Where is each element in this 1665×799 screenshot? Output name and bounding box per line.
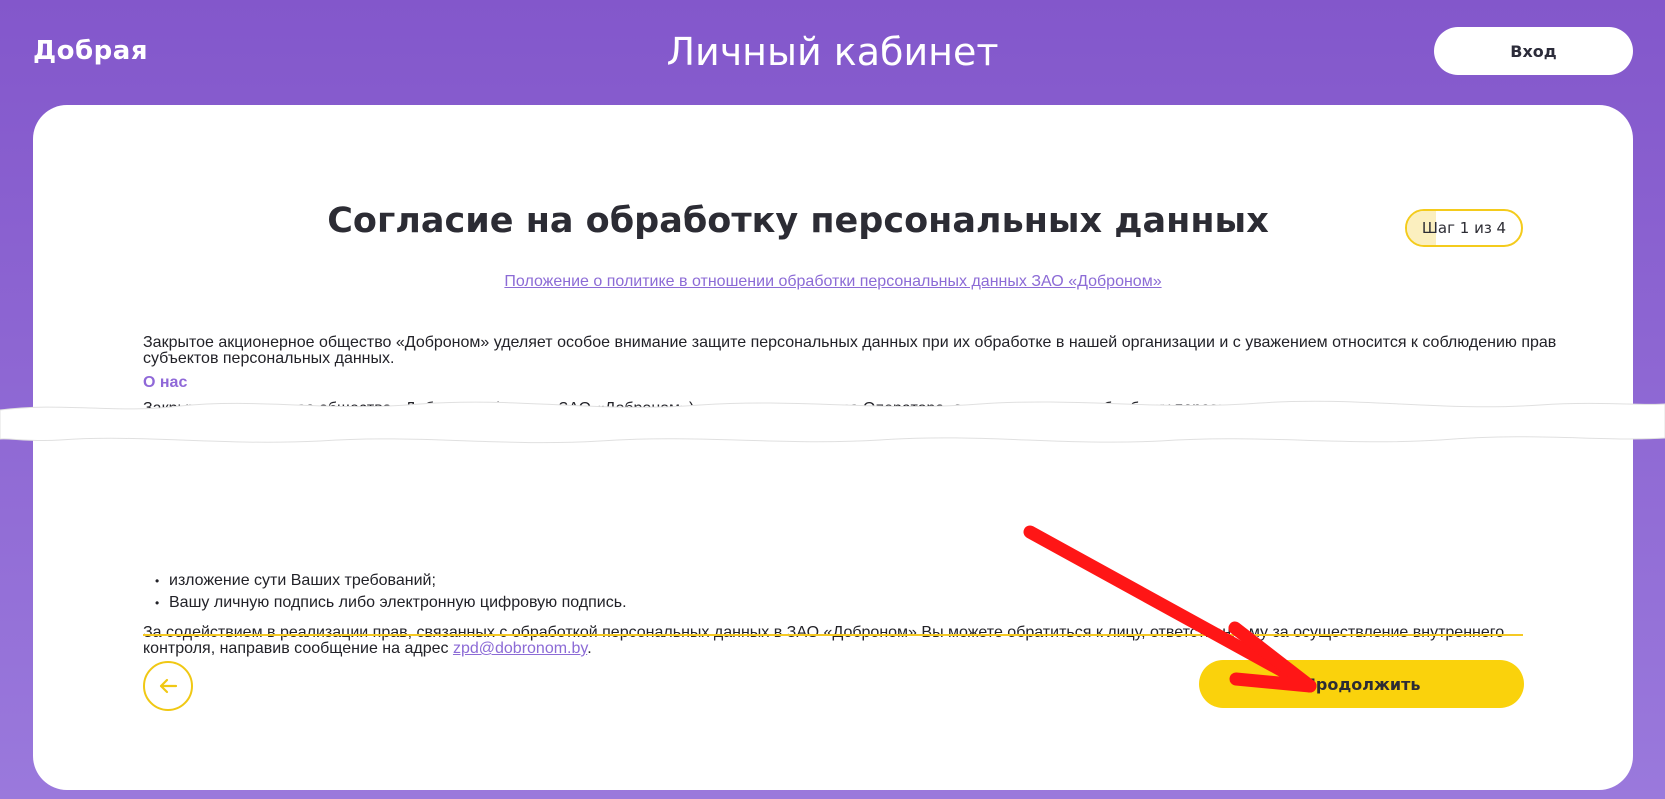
torn-edge: [0, 400, 1665, 444]
login-button[interactable]: Вход: [1434, 27, 1633, 75]
continue-button[interactable]: Продолжить: [1199, 660, 1524, 708]
page-heading: Личный кабинет: [666, 30, 999, 74]
intro-paragraph: Закрытое акционерное общество «Доброном»…: [143, 334, 1557, 367]
list-item: изложение сути Ваших требований;: [143, 571, 627, 593]
step-indicator: Шаг 1 из 4: [1405, 209, 1523, 247]
requirements-list: изложение сути Ваших требований; Вашу ли…: [143, 571, 627, 615]
step-label: Шаг 1 из 4: [1421, 219, 1507, 237]
list-item: Вашу личную подпись либо электронную циф…: [143, 593, 627, 615]
policy-link[interactable]: Положение о политике в отношении обработ…: [33, 273, 1633, 291]
top-bar: Добрая Личный кабинет Вход: [0, 0, 1665, 105]
divider: [143, 634, 1523, 636]
contact-text: За содействием в реализации прав, связан…: [143, 624, 1505, 657]
email-link[interactable]: zpd@dobronom.by: [453, 640, 587, 657]
contact-paragraph: За содействием в реализации прав, связан…: [143, 625, 1563, 657]
period: .: [587, 640, 592, 657]
back-button[interactable]: [143, 661, 193, 711]
arrow-left-icon: [159, 678, 178, 694]
page-title: Согласие на обработку персональных данны…: [327, 201, 1269, 241]
